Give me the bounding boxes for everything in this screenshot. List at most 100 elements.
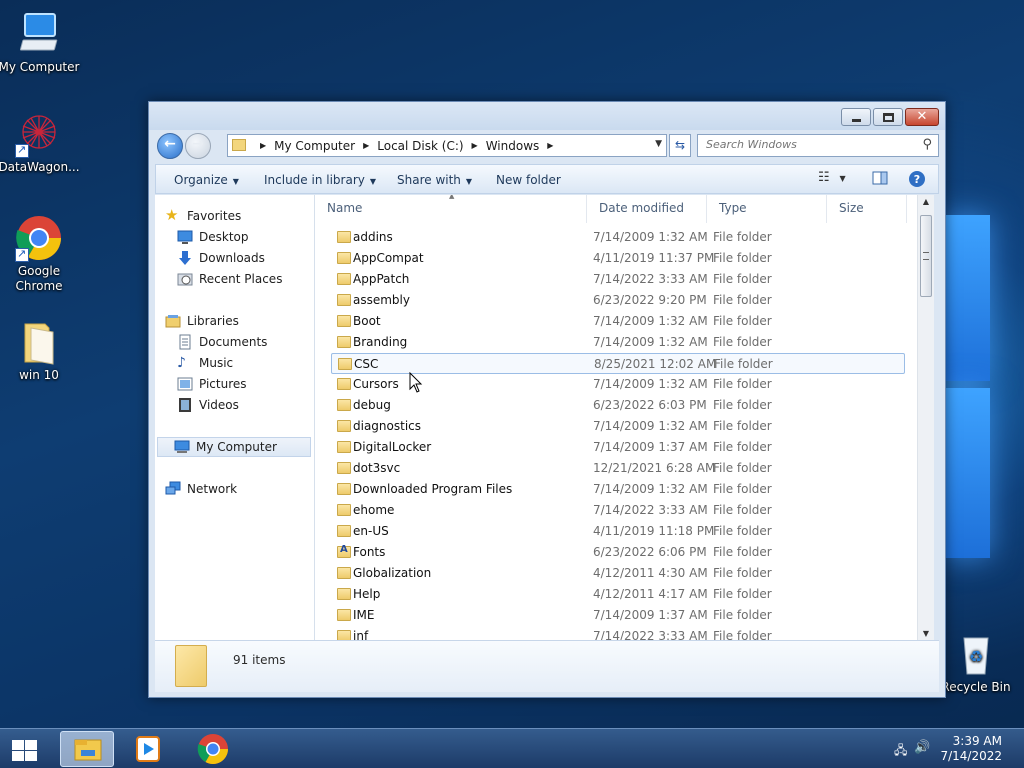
file-name: AppPatch	[353, 272, 410, 286]
nav-my-computer[interactable]: My Computer	[157, 437, 311, 457]
folder-icon	[337, 336, 351, 348]
vertical-scrollbar[interactable]: ▲ ▼	[917, 195, 934, 640]
column-header-size[interactable]: Size	[827, 195, 907, 223]
scrollbar-thumb[interactable]	[920, 215, 932, 297]
forward-button[interactable]: →	[185, 133, 211, 159]
file-name: AppCompat	[353, 251, 424, 265]
file-row[interactable]: inf 7/14/2022 3:33 AM File folder	[331, 626, 905, 640]
nav-pictures[interactable]: Pictures	[177, 374, 335, 394]
file-row[interactable]: Branding 7/14/2009 1:32 AM File folder	[331, 332, 905, 353]
file-name: inf	[353, 629, 369, 640]
file-row[interactable]: Boot 7/14/2009 1:32 AM File folder	[331, 311, 905, 332]
column-header-type[interactable]: Type	[707, 195, 827, 223]
column-label: Size	[839, 201, 864, 215]
file-type: File folder	[713, 482, 772, 496]
nav-network[interactable]: Network	[165, 479, 323, 499]
minimize-icon	[852, 119, 861, 122]
nav-documents[interactable]: Documents	[177, 332, 335, 352]
file-row[interactable]: DigitalLocker 7/14/2009 1:37 AM File folde…	[331, 437, 905, 458]
nav-favorites[interactable]: ★ Favorites	[165, 206, 323, 226]
file-row[interactable]: IME 7/14/2009 1:37 AM File folder	[331, 605, 905, 626]
minimize-button[interactable]	[841, 108, 871, 126]
chevron-right-icon[interactable]: ▶	[260, 141, 266, 150]
change-view-button[interactable]: ☷ ▼	[818, 170, 846, 185]
file-date: 7/14/2009 1:32 AM	[593, 230, 708, 244]
file-row[interactable]: dot3svc 12/21/2021 6:28 AM File folder	[331, 458, 905, 479]
nav-label: Recent Places	[199, 272, 283, 286]
search-box[interactable]: ⚲	[697, 134, 939, 157]
taskbar-chrome[interactable]	[186, 731, 240, 767]
column-header-date[interactable]: Date modified	[587, 195, 707, 223]
breadcrumb-windows[interactable]: Windows	[486, 139, 540, 153]
nav-desktop[interactable]: Desktop	[177, 227, 335, 247]
breadcrumb-my-computer[interactable]: My Computer	[274, 139, 355, 153]
chevron-down-icon[interactable]: ▼	[655, 139, 662, 149]
chevron-right-icon[interactable]: ▶	[547, 141, 553, 150]
address-bar[interactable]: ▶ My Computer ▶ Local Disk (C:) ▶ Window…	[227, 134, 667, 157]
scroll-down-icon[interactable]: ▼	[918, 629, 934, 638]
close-button[interactable]: ✕	[905, 108, 939, 126]
new-folder-button[interactable]: New folder	[496, 173, 561, 187]
file-row[interactable]: addins 7/14/2009 1:32 AM File folder	[331, 227, 905, 248]
chevron-right-icon[interactable]: ▶	[363, 141, 369, 150]
chevron-down-icon: ▼	[465, 177, 473, 186]
taskbar: 🖧 🔊 3:39 AM 7/14/2022	[0, 728, 1024, 768]
folder-icon	[175, 645, 207, 687]
include-in-library-button[interactable]: Include in library ▼	[264, 173, 376, 187]
file-date: 7/14/2009 1:32 AM	[593, 377, 708, 391]
maximize-button[interactable]	[873, 108, 903, 126]
start-button[interactable]	[10, 738, 38, 762]
chevron-right-icon[interactable]: ▶	[472, 141, 478, 150]
back-button[interactable]: ←	[157, 133, 183, 159]
file-date: 7/14/2009 1:37 AM	[593, 608, 708, 622]
nav-downloads[interactable]: Downloads	[177, 248, 335, 268]
desktop-icon-my-computer[interactable]: My Computer	[0, 10, 81, 75]
taskbar-media-player[interactable]	[122, 731, 176, 767]
file-row[interactable]: en-US 4/11/2019 11:18 PM File folder	[331, 521, 905, 542]
organize-button[interactable]: Organize ▼	[174, 173, 239, 187]
desktop-icon-win10-folder[interactable]: win 10	[0, 318, 81, 383]
chrome-icon	[197, 734, 228, 765]
title-bar[interactable]: ✕	[149, 102, 945, 130]
file-row[interactable]: Globalization 4/12/2011 4:30 AM File folde…	[331, 563, 905, 584]
file-row[interactable]: diagnostics 7/14/2009 1:32 AM File folder	[331, 416, 905, 437]
file-row[interactable]: debug 6/23/2022 6:03 PM File folder	[331, 395, 905, 416]
file-name: Help	[353, 587, 381, 601]
volume-icon[interactable]: 🔊	[914, 740, 930, 755]
refresh-icon: ⇆	[674, 138, 686, 152]
breadcrumb-local-disk[interactable]: Local Disk (C:)	[377, 139, 463, 153]
desktop-icon-chrome[interactable]: Google Chrome	[0, 214, 81, 294]
preview-pane-button[interactable]	[872, 170, 888, 189]
nav-recent-places[interactable]: Recent Places	[177, 269, 335, 289]
search-input[interactable]	[706, 138, 906, 151]
taskbar-explorer[interactable]	[60, 731, 114, 767]
file-date: 8/25/2021 12:02 AM	[594, 357, 717, 371]
clock[interactable]: 3:39 AM 7/14/2022	[940, 734, 1002, 764]
file-row[interactable]: ehome 7/14/2022 3:33 AM File folder	[331, 500, 905, 521]
file-row[interactable]: Downloaded Program Files 7/14/2009 1:32 A…	[331, 479, 905, 500]
file-row[interactable]: AppPatch 7/14/2022 3:33 AM File folder	[331, 269, 905, 290]
nav-videos[interactable]: Videos	[177, 395, 335, 415]
column-header-name[interactable]: ▲ Name	[315, 195, 587, 223]
scroll-up-icon[interactable]: ▲	[918, 197, 934, 206]
file-date: 12/21/2021 6:28 AM	[593, 461, 716, 475]
file-row[interactable]: Fonts 6/23/2022 6:06 PM File folder	[331, 542, 905, 563]
nav-libraries[interactable]: Libraries	[165, 311, 323, 331]
help-button[interactable]: ?	[908, 170, 926, 191]
file-type: File folder	[713, 503, 772, 517]
folder-icon	[337, 588, 351, 600]
desktop-icon-recycle-bin[interactable]: ♻ Recycle Bin	[934, 630, 1018, 695]
file-row[interactable]: assembly 6/23/2022 9:20 PM File folder	[331, 290, 905, 311]
refresh-button[interactable]: ⇆	[669, 134, 691, 157]
file-name: Globalization	[353, 566, 432, 580]
file-date: 7/14/2009 1:32 AM	[593, 482, 708, 496]
folder-icon	[337, 231, 351, 243]
navigation-row: ← → ▶ My Computer ▶ Local Disk (C:) ▶ Wi…	[155, 132, 939, 160]
nav-music[interactable]: ♪ Music	[177, 353, 335, 373]
desktop-icon-datawagon[interactable]: DataWagon...	[0, 110, 81, 175]
share-with-button[interactable]: Share with ▼	[397, 173, 472, 187]
file-row-hovered[interactable]: CSC 8/25/2021 12:02 AM File folder	[331, 353, 905, 374]
file-row[interactable]: AppCompat 4/11/2019 11:37 PM File folder	[331, 248, 905, 269]
file-row[interactable]: Help 4/12/2011 4:17 AM File folder	[331, 584, 905, 605]
network-tray-icon[interactable]: 🖧	[894, 741, 907, 762]
